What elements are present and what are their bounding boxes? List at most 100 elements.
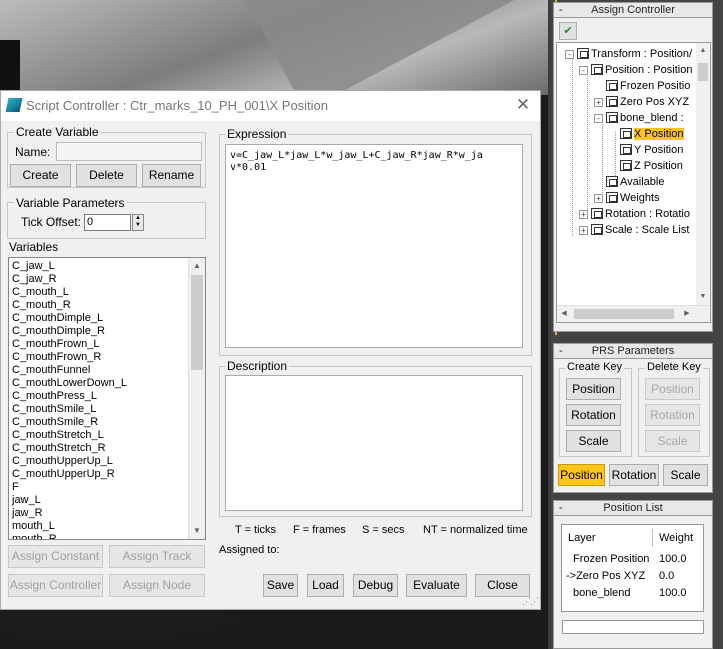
collapse-icon[interactable]: - xyxy=(559,3,563,17)
variable-item[interactable]: C_mouthDimple_L xyxy=(12,312,190,325)
variables-list[interactable]: C_jaw_L C_jaw_R C_mouth_L C_mouth_R C_mouthD… xyxy=(8,257,206,540)
delete-scale-key-button[interactable]: Scale xyxy=(645,430,700,452)
tree-node[interactable]: - Position : Position xyxy=(579,62,692,78)
expand-icon[interactable]: + xyxy=(594,98,603,107)
delete-rotation-key-button[interactable]: Rotation xyxy=(645,404,700,426)
variable-item[interactable]: mouth_R xyxy=(12,533,190,539)
assign-track-button[interactable]: Assign Track xyxy=(109,545,205,568)
controller-icon xyxy=(620,144,632,155)
assign-controller-button[interactable]: Assign Controller xyxy=(8,574,103,597)
variable-item[interactable]: jaw_R xyxy=(12,507,190,520)
prs-parameters-header[interactable]: - PRS Parameters xyxy=(554,344,712,359)
scroll-left-icon[interactable]: ◀ xyxy=(557,306,571,322)
save-button[interactable]: Save xyxy=(263,574,298,597)
variable-item[interactable]: C_mouthSmile_L xyxy=(12,403,190,416)
tree-node[interactable]: Frozen Positio xyxy=(594,78,690,94)
variable-item[interactable]: C_mouth_R xyxy=(12,299,190,312)
variable-item[interactable]: C_mouth_L xyxy=(12,286,190,299)
variable-item[interactable]: C_mouthFunnel xyxy=(12,364,190,377)
expand-icon[interactable]: + xyxy=(594,194,603,203)
scroll-thumb[interactable] xyxy=(698,63,708,81)
layer-name[interactable]: ->Zero Pos XYZ xyxy=(566,570,645,582)
variable-item[interactable]: C_mouthFrown_L xyxy=(12,338,190,351)
layer-name-input[interactable] xyxy=(562,620,704,634)
tick-offset-spinner[interactable]: ▲ ▼ xyxy=(132,214,144,231)
variable-item[interactable]: C_mouthPress_L xyxy=(12,390,190,403)
name-input[interactable] xyxy=(56,142,202,161)
assign-node-button[interactable]: Assign Node xyxy=(109,574,205,597)
variable-item[interactable]: C_mouthLowerDown_L xyxy=(12,377,190,390)
tree-node[interactable]: + Rotation : Rotatio xyxy=(579,206,690,222)
delete-button[interactable]: Delete xyxy=(76,164,137,187)
variable-item[interactable]: C_mouthUpperUp_L xyxy=(12,455,190,468)
tree-node[interactable]: Z Position xyxy=(608,158,683,174)
tree-node[interactable]: + Zero Pos XYZ xyxy=(594,94,689,110)
tree-node[interactable]: - Transform : Position/ xyxy=(565,46,692,62)
create-rotation-key-button[interactable]: Rotation xyxy=(566,404,621,426)
layer-weight[interactable]: 100.0 xyxy=(659,587,687,599)
tab-position[interactable]: Position xyxy=(558,464,605,486)
tick-offset-input[interactable]: 0 xyxy=(84,214,131,231)
collapse-icon[interactable]: - xyxy=(594,114,603,123)
assign-controller-header[interactable]: - Assign Controller xyxy=(554,3,712,18)
tree-scrollbar[interactable]: ▲ ▼ xyxy=(696,43,710,307)
variable-item[interactable]: jaw_L xyxy=(12,494,190,507)
variable-item[interactable]: C_mouthFrown_R xyxy=(12,351,190,364)
scroll-up-icon[interactable]: ▲ xyxy=(696,43,710,59)
tab-scale[interactable]: Scale xyxy=(663,464,708,486)
layer-name[interactable]: Frozen Position xyxy=(573,553,649,565)
scroll-down-icon[interactable]: ▼ xyxy=(189,523,205,539)
collapse-icon[interactable]: - xyxy=(559,501,563,515)
collapse-icon[interactable]: - xyxy=(565,50,574,59)
variable-item[interactable]: C_mouthStretch_L xyxy=(12,429,190,442)
scroll-right-icon[interactable]: ▶ xyxy=(680,306,694,322)
resize-grip-icon[interactable]: ⋰⋰ xyxy=(522,596,539,607)
description-textbox[interactable] xyxy=(225,375,523,511)
tree-hscrollbar[interactable]: ◀ ▶ xyxy=(557,305,710,322)
tree-node[interactable]: - bone_blend : xyxy=(594,110,684,126)
layer-weight[interactable]: 0.0 xyxy=(659,570,674,582)
scroll-thumb[interactable] xyxy=(574,309,674,319)
layer-name[interactable]: bone_blend xyxy=(573,587,631,599)
tree-node[interactable]: + Scale : Scale List xyxy=(579,222,689,238)
position-list-table[interactable]: Layer Weight Frozen Position 100.0 ->Zero … xyxy=(561,524,704,612)
position-list-header[interactable]: - Position List xyxy=(554,501,712,516)
expand-icon[interactable]: + xyxy=(579,210,588,219)
variable-item[interactable]: C_jaw_R xyxy=(12,273,190,286)
tree-node[interactable]: X Position xyxy=(608,126,684,142)
rename-button[interactable]: Rename xyxy=(142,164,201,187)
variable-item[interactable]: mouth_L xyxy=(12,520,190,533)
controller-tree[interactable]: - Transform : Position/- Position : Positi… xyxy=(556,42,711,323)
variable-item[interactable]: C_mouthUpperUp_R xyxy=(12,468,190,481)
variable-item[interactable]: C_jaw_L xyxy=(12,260,190,273)
load-button[interactable]: Load xyxy=(307,574,344,597)
create-scale-key-button[interactable]: Scale xyxy=(566,430,621,452)
close-button[interactable]: Close xyxy=(475,574,530,597)
create-button[interactable]: Create xyxy=(10,164,71,187)
variable-item[interactable]: C_mouthStretch_R xyxy=(12,442,190,455)
scroll-down-icon[interactable]: ▼ xyxy=(696,289,710,305)
variables-scrollbar[interactable]: ▲ ▼ xyxy=(188,258,205,539)
scroll-thumb[interactable] xyxy=(191,275,203,370)
tree-node[interactable]: Available xyxy=(594,174,664,190)
evaluate-button[interactable]: Evaluate xyxy=(406,574,467,597)
tree-node[interactable]: + Weights xyxy=(594,190,660,206)
layer-weight[interactable]: 100.0 xyxy=(659,553,687,565)
debug-button[interactable]: Debug xyxy=(353,574,398,597)
create-position-key-button[interactable]: Position xyxy=(566,378,621,400)
tree-node[interactable]: Y Position xyxy=(608,142,683,158)
expression-textbox[interactable]: v=C_jaw_L*jaw_L*w_jaw_L+C_jaw_R*jaw_R*w_… xyxy=(225,144,523,348)
close-icon[interactable]: ✕ xyxy=(514,96,532,114)
variable-item[interactable]: C_mouthDimple_R xyxy=(12,325,190,338)
tab-rotation[interactable]: Rotation xyxy=(609,464,659,486)
delete-position-key-button[interactable]: Position xyxy=(645,378,700,400)
scroll-up-icon[interactable]: ▲ xyxy=(189,258,205,274)
expand-icon[interactable]: + xyxy=(579,226,588,235)
variable-item[interactable]: F xyxy=(12,481,190,494)
collapse-icon[interactable]: - xyxy=(579,66,588,75)
collapse-icon[interactable]: - xyxy=(559,344,563,358)
assign-controller-icon[interactable]: ✔ xyxy=(559,22,577,40)
assign-constant-button[interactable]: Assign Constant xyxy=(8,545,103,568)
title-bar[interactable]: Script Controller : Ctr_marks_10_PH_001\… xyxy=(1,91,540,121)
variable-item[interactable]: C_mouthSmile_R xyxy=(12,416,190,429)
